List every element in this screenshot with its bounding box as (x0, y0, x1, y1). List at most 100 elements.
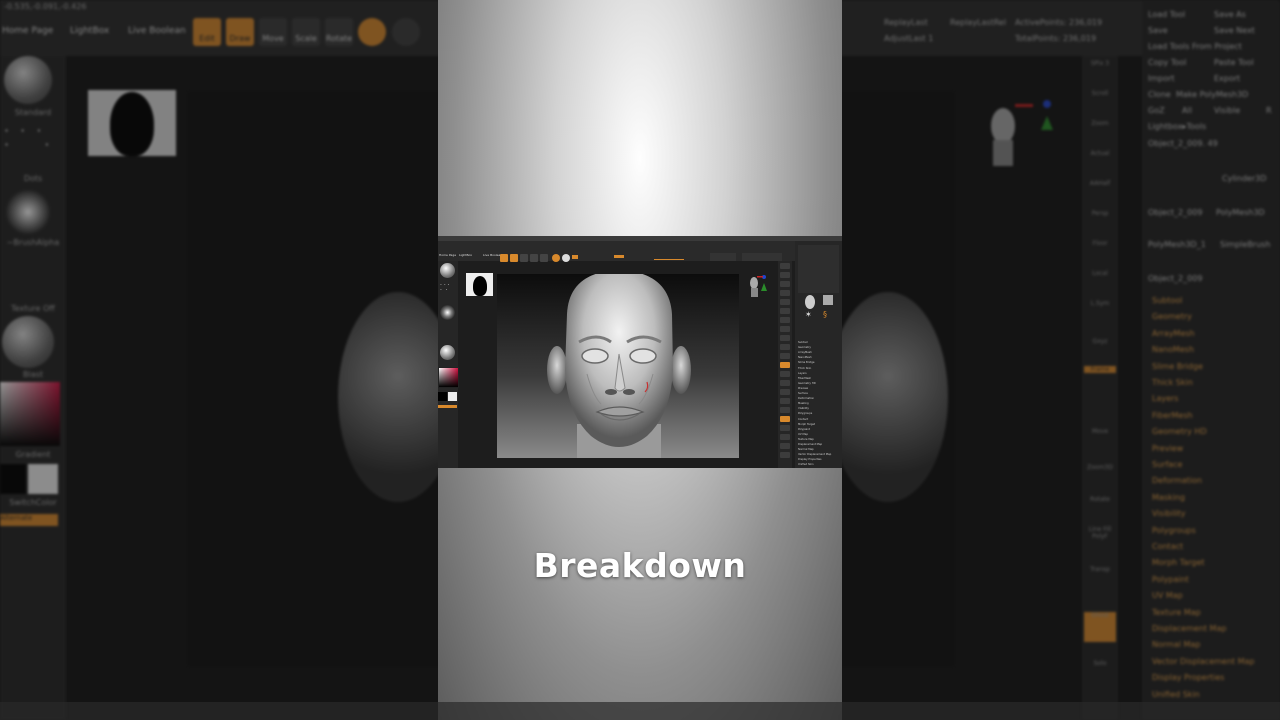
shot-tool-thumb-star-icon[interactable]: ✶ (805, 311, 813, 319)
bg-tool-submenu-item[interactable]: UV Map (1152, 591, 1183, 600)
bg-tool-load[interactable]: Load Tool (1148, 10, 1185, 19)
bg-rb-14[interactable]: Line Fill PolyF (1084, 526, 1116, 540)
shot-rotate-icon[interactable] (540, 254, 548, 262)
shot-tool-submenu-item[interactable]: Polygroups (798, 412, 840, 415)
shot-draw-icon[interactable] (510, 254, 518, 262)
bg-tool-submenu-item[interactable]: Preview (1152, 444, 1183, 453)
shot-tool-submenu-item[interactable]: Polypaint (798, 428, 840, 431)
bg-rb-15[interactable]: Transp (1084, 566, 1116, 573)
bg-tool-submenu-item[interactable]: Vector Displacement Map (1152, 657, 1254, 666)
shot-tool-submenu-item[interactable]: Texture Map (798, 438, 840, 441)
shot-viewport[interactable] (497, 274, 739, 458)
bg-rb-8[interactable]: L.Sym (1084, 300, 1116, 307)
bg-tool-submenu-item[interactable]: Displacement Map (1152, 624, 1226, 633)
shot-alternate-button[interactable] (438, 405, 457, 408)
bg-tool-objectname[interactable]: Object_2_009. 49 (1148, 139, 1218, 148)
bg-tool-submenu-item[interactable]: Geometry HD (1152, 427, 1207, 436)
bg-rb-11[interactable]: Move (1084, 428, 1116, 435)
bg-tool-import[interactable]: Import (1148, 74, 1175, 83)
bg-tool-loadproject[interactable]: Load Tools From Project (1148, 42, 1242, 51)
bg-rb-6[interactable]: Floor (1084, 240, 1116, 247)
shot-tool-submenu-item[interactable]: Deformation (798, 397, 840, 400)
bg-tool-submenu-item[interactable]: Normal Map (1152, 640, 1200, 649)
bg-menu-liveboolean[interactable]: Live Boolean (128, 26, 186, 36)
bg-tool-thumb-0[interactable]: Object_2_009 (1148, 208, 1202, 217)
shot-tool-submenu-item[interactable]: Displacement Map (798, 443, 840, 446)
shot-tool-buttons[interactable] (798, 245, 839, 293)
shot-tool-submenu-item[interactable]: Slime Bridge (798, 361, 840, 364)
bg-material-icon[interactable] (2, 316, 54, 368)
shot-tool-submenu-item[interactable]: Masking (798, 402, 840, 405)
bg-rb-1[interactable]: Scroll (1084, 90, 1116, 97)
bg-tool-save[interactable]: Save (1148, 26, 1168, 35)
bg-tool-thumb-1[interactable]: Cylinder3D (1222, 174, 1266, 183)
shot-secondary-color[interactable] (448, 392, 457, 401)
bg-tool-saveas[interactable]: Save As (1214, 10, 1246, 19)
shot-move-icon[interactable] (520, 254, 528, 262)
bg-rb-17[interactable]: Solo (1084, 660, 1116, 667)
shot-material-icon[interactable] (552, 254, 560, 262)
bg-matcap-orb-icon[interactable] (392, 18, 420, 46)
shot-tool-submenu-item[interactable]: NanoMesh (798, 356, 840, 359)
shot-tool-submenu-item[interactable]: Surface (798, 392, 840, 395)
bg-edit-button[interactable]: Edit (193, 18, 221, 46)
shot-tool-thumb-cylinder-icon[interactable] (823, 295, 833, 305)
bg-material-orb-icon[interactable] (358, 18, 386, 46)
bg-tool-submenu-item[interactable]: Masking (1152, 493, 1185, 502)
shot-material-icon-left[interactable] (440, 345, 455, 360)
shot-replay-group[interactable] (710, 253, 736, 261)
shot-tool-submenu-item[interactable]: Geometry (798, 346, 840, 349)
bg-tool-submenu-item[interactable]: Texture Map (1152, 608, 1201, 617)
bg-tool-submenu-item[interactable]: Layers (1152, 394, 1178, 403)
bg-scale-button[interactable]: Scale (292, 18, 320, 46)
bg-tool-submenu-item[interactable]: Visibility (1152, 509, 1186, 518)
bg-alpha-icon[interactable] (6, 190, 50, 234)
bg-tool-submenu-item[interactable]: FiberMesh (1152, 411, 1193, 420)
shot-tool-submenu-item[interactable]: FiberMesh (798, 377, 840, 380)
bg-tool-copy[interactable]: Copy Tool (1148, 58, 1186, 67)
bg-rb-10[interactable]: Frame (1084, 366, 1116, 373)
bg-move-button[interactable]: Move (259, 18, 287, 46)
bg-main-color-swatch[interactable] (0, 464, 26, 494)
shot-tool-submenu-item[interactable]: Preview (798, 387, 840, 390)
bg-rb-9[interactable]: Gxyz (1084, 338, 1116, 345)
bg-tool-all[interactable]: All (1182, 106, 1192, 115)
bg-tool-lightbox[interactable]: Lightbox▸Tools (1148, 122, 1206, 131)
shot-menu-lightbox[interactable]: LightBox (459, 253, 472, 257)
bg-tool-visible[interactable]: Visible (1214, 106, 1240, 115)
bg-tool-submenu-item[interactable]: Surface (1152, 460, 1182, 469)
bg-tool-goz[interactable]: GoZ (1148, 106, 1165, 115)
bg-tool-thumb-2[interactable]: PolyMesh3D (1216, 208, 1265, 217)
shot-tool-submenu-item[interactable]: Normal Map (798, 448, 840, 451)
bg-tool-makepolymesh[interactable]: Make PolyMesh3D (1176, 90, 1248, 99)
shot-tool-submenu-item[interactable]: Layers (798, 372, 840, 375)
shot-alpha-icon[interactable] (440, 305, 455, 320)
bg-tool-thumb-5[interactable]: Object_2_009 (1148, 274, 1202, 283)
bg-rb-13[interactable]: Rotate (1084, 496, 1116, 503)
bg-menu-home[interactable]: Home Page (2, 26, 53, 36)
bg-secondary-color-swatch[interactable] (28, 464, 58, 494)
bg-rb-7[interactable]: Local (1084, 270, 1116, 277)
bg-rb-0[interactable]: SPix 3 (1084, 60, 1116, 67)
bg-alternate-button[interactable]: Alternate (0, 514, 58, 526)
bg-rb-12[interactable]: Zoom3D (1084, 464, 1116, 471)
bg-axis-gizmo-icon[interactable] (985, 96, 1065, 186)
bg-tool-submenu-item[interactable]: Contact (1152, 542, 1183, 551)
bg-standard-brush-icon[interactable] (4, 56, 52, 104)
bg-tool-submenu-item[interactable]: Geometry (1152, 312, 1192, 321)
shot-standard-brush-icon[interactable] (440, 263, 455, 278)
bg-tool-paste[interactable]: Paste Tool (1214, 58, 1254, 67)
shot-tool-submenu-item[interactable]: Display Properties (798, 458, 840, 461)
bg-tool-submenu-item[interactable]: Subtool (1152, 296, 1182, 305)
bg-rb-5[interactable]: Persp (1084, 210, 1116, 217)
bg-rb-2[interactable]: Zoom (1084, 120, 1116, 127)
shot-edit-icon[interactable] (500, 254, 508, 262)
bg-tool-r[interactable]: R (1266, 106, 1272, 115)
bg-draw-button[interactable]: Draw (226, 18, 254, 46)
shot-tool-thumb-head-icon[interactable] (805, 295, 815, 309)
bg-tool-submenu-item[interactable]: Deformation (1152, 476, 1202, 485)
shot-color-picker[interactable] (438, 367, 459, 388)
bg-tool-thumb-3[interactable]: PolyMesh3D_1 (1148, 240, 1206, 249)
shot-dots-stroke-icon[interactable]: · · · · · (440, 283, 456, 297)
bg-tool-submenu-item[interactable]: Morph Target (1152, 558, 1205, 567)
